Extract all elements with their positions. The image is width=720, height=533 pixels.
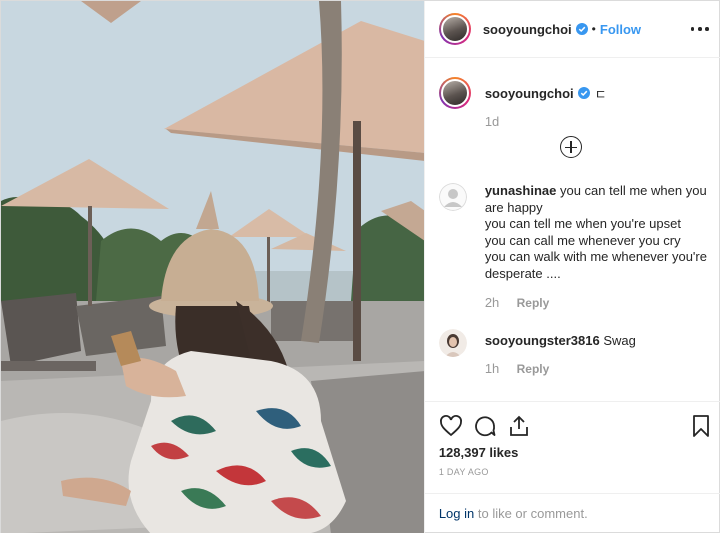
comment-text-line: you can call me whenever you cry (484, 232, 681, 248)
comment-item: yunashinae you can tell me when you are … (438, 183, 711, 313)
comment-text-line: you can walk with me whenever you're des… (484, 249, 707, 281)
instagram-post: sooyoungchoi • Follow sooyoungchoi ㄷ 1d … (0, 0, 720, 533)
login-prompt-text: to like or comment. (474, 506, 588, 521)
comment-text-line: you can tell me when you're upset (484, 216, 681, 231)
likes-count[interactable]: 128,397 likes (439, 445, 519, 460)
post-timestamp[interactable]: 1 DAY AGO (439, 467, 489, 477)
follow-button[interactable]: Follow (600, 22, 641, 37)
caption: sooyoungchoi ㄷ (438, 77, 607, 109)
comment-time[interactable]: 1h (485, 361, 499, 376)
load-more-comments-icon[interactable] (559, 136, 582, 158)
verified-badge-icon (575, 23, 588, 35)
comment-time[interactable]: 2h (485, 295, 499, 310)
comments-section[interactable]: sooyoungchoi ㄷ 1d yunashinae you can tel… (425, 59, 720, 401)
share-icon[interactable] (507, 414, 531, 438)
commenter-avatar[interactable] (438, 183, 467, 211)
verified-badge-icon (577, 87, 590, 99)
avatar[interactable] (438, 13, 471, 45)
login-prompt: Log in to like or comment. (424, 493, 720, 533)
comment-body: yunashinae you can tell me when you are … (485, 183, 711, 282)
reply-button[interactable]: Reply (517, 362, 550, 376)
caption-text: ㄷ (594, 86, 607, 102)
profile-photo-icon (438, 329, 467, 357)
header-username[interactable]: sooyoungchoi (483, 22, 572, 37)
comment-icon[interactable] (473, 414, 497, 438)
post-sidebar: sooyoungchoi • Follow sooyoungchoi ㄷ 1d … (423, 1, 720, 533)
post-header: sooyoungchoi • Follow (424, 1, 720, 58)
comment-meta: 1h Reply (485, 361, 550, 376)
heart-icon[interactable] (439, 414, 463, 438)
caption-avatar[interactable] (438, 77, 471, 109)
comment-username[interactable]: sooyoungster3816 (485, 333, 600, 348)
post-actions: 128,397 likes 1 DAY AGO Log in to like o… (424, 401, 720, 533)
comment-item: sooyoungster3816 Swag 1h Reply (438, 329, 711, 389)
comment-meta: 2h Reply (485, 295, 550, 310)
login-link[interactable]: Log in (439, 506, 474, 521)
default-avatar-icon (438, 183, 467, 211)
separator-dot: • (591, 22, 596, 36)
reply-button[interactable]: Reply (517, 296, 550, 310)
comment-username[interactable]: yunashinae (485, 183, 557, 198)
bookmark-icon[interactable] (689, 414, 713, 438)
header-user-info: sooyoungchoi • Follow (483, 22, 641, 37)
commenter-avatar[interactable] (438, 329, 467, 357)
comment-text: Swag (603, 333, 636, 348)
post-photo[interactable] (1, 1, 424, 533)
more-options-icon[interactable] (690, 22, 709, 36)
beach-photo-illustration (1, 1, 424, 533)
comment-body: sooyoungster3816 Swag (485, 333, 711, 350)
caption-username[interactable]: sooyoungchoi (485, 86, 574, 101)
caption-time[interactable]: 1d (485, 114, 499, 129)
